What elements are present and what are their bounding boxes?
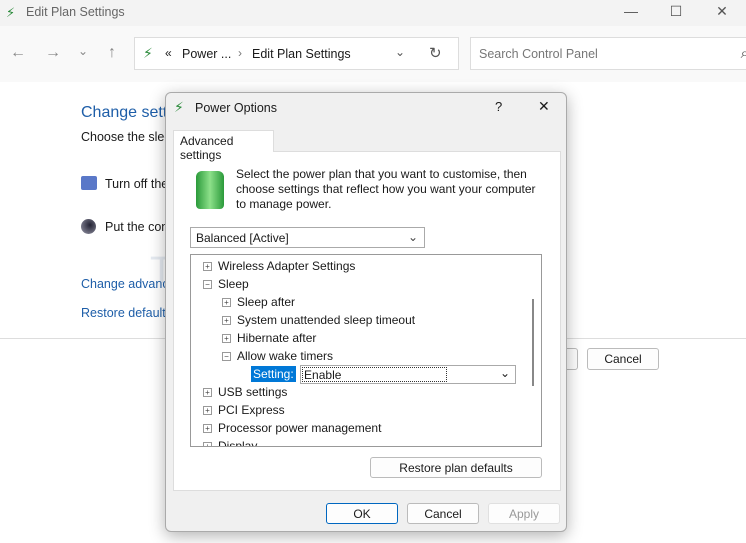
expand-icon[interactable]: + (203, 442, 212, 446)
setting-row: Setting: Enable ⌄ (251, 365, 517, 384)
tree-item-label: Processor power management (218, 421, 382, 435)
ok-button[interactable]: OK (326, 503, 398, 524)
restore-plan-defaults-button[interactable]: Restore plan defaults (370, 457, 542, 478)
dialog-close-button[interactable]: ✕ (538, 98, 550, 115)
tree-item-label: Wireless Adapter Settings (218, 259, 356, 273)
tree-item[interactable]: − Allow wake timers (222, 349, 333, 363)
tree-item-label: USB settings (218, 385, 288, 399)
tree-item-label: System unattended sleep timeout (237, 313, 416, 327)
plan-select[interactable]: Balanced [Active] ⌄ (190, 227, 425, 248)
close-button[interactable]: ✕ (712, 3, 732, 20)
forward-button[interactable]: → (43, 44, 63, 62)
sleep-icon (81, 219, 96, 234)
search-placeholder: Search Control Panel (479, 47, 598, 61)
power-icon: ⚡ (6, 5, 16, 20)
chevron-down-icon: ⌄ (499, 366, 511, 380)
expand-icon[interactable]: + (203, 406, 212, 416)
back-button[interactable]: ← (8, 44, 28, 62)
expand-icon[interactable]: + (203, 388, 212, 398)
chevron-down-icon: ⌄ (407, 230, 418, 244)
setting-select[interactable]: Enable ⌄ (300, 365, 517, 384)
tree-item-label: Sleep (218, 277, 249, 291)
refresh-button[interactable]: ↻ (429, 44, 442, 62)
power-icon: ⚡ (174, 99, 184, 115)
tree-item[interactable]: + USB settings (203, 385, 287, 399)
change-advanced-link[interactable]: Change advanc (81, 277, 169, 291)
apply-button[interactable]: Apply (488, 503, 560, 524)
display-icon (81, 176, 97, 190)
page-heading: Change setti (81, 104, 171, 121)
window-title: Edit Plan Settings (26, 5, 125, 19)
breadcrumb-overflow[interactable]: « (165, 46, 172, 60)
tree-item[interactable]: + Display (203, 439, 258, 447)
dialog-description: Select the power plan that you want to c… (236, 167, 536, 211)
tree-item[interactable]: + System unattended sleep timeout (222, 313, 415, 327)
page-cancel-button[interactable]: Cancel (587, 348, 659, 370)
turn-off-display-label: Turn off the (105, 177, 169, 191)
scrollbar-thumb[interactable] (532, 299, 534, 386)
tree-item-label: Sleep after (237, 295, 296, 309)
settings-tree[interactable]: Setting: Enable ⌄ + Wireless Adapter Sett… (190, 254, 542, 447)
setting-label: Setting: (251, 365, 296, 382)
breadcrumb-separator: › (238, 46, 242, 60)
expand-icon[interactable]: + (222, 298, 231, 308)
expand-icon[interactable]: + (222, 334, 231, 344)
expand-icon[interactable]: + (203, 262, 212, 272)
put-to-sleep-label: Put the con (105, 220, 169, 234)
tree-item[interactable]: + PCI Express (203, 403, 285, 417)
tree-item-label: PCI Express (218, 403, 285, 417)
tree-item[interactable]: + Processor power management (203, 421, 381, 435)
breadcrumb-power[interactable]: Power ... (182, 47, 231, 61)
collapse-icon[interactable]: − (203, 280, 212, 290)
power-options-dialog: ⚡ Power Options ? ✕ Advanced settings Se… (165, 92, 567, 532)
recent-locations-button[interactable]: ⌄ (73, 44, 93, 58)
search-input[interactable]: Search Control Panel ⌕ (470, 37, 746, 70)
tree-item-label: Display (218, 439, 258, 447)
minimize-button[interactable]: — (621, 3, 641, 19)
tree-item[interactable]: − Sleep (203, 277, 249, 291)
dialog-cancel-button[interactable]: Cancel (407, 503, 479, 524)
collapse-icon[interactable]: − (222, 352, 231, 362)
search-icon: ⌕ (740, 45, 746, 62)
breadcrumb-edit-plan[interactable]: Edit Plan Settings (252, 47, 351, 61)
battery-icon (196, 171, 224, 209)
setting-select-value: Enable (302, 367, 448, 382)
tab-advanced-settings[interactable]: Advanced settings (173, 130, 274, 162)
dialog-title: Power Options (195, 101, 277, 115)
help-button[interactable]: ? (495, 99, 502, 114)
address-dropdown-button[interactable]: ⌄ (395, 45, 405, 59)
expand-icon[interactable]: + (222, 316, 231, 326)
up-button[interactable]: ↑ (102, 44, 122, 62)
power-icon: ⚡ (143, 45, 153, 61)
tree-item[interactable]: + Wireless Adapter Settings (203, 259, 355, 273)
expand-icon[interactable]: + (203, 424, 212, 434)
tree-item-label: Allow wake timers (237, 349, 334, 363)
page-subtitle: Choose the slee (81, 130, 172, 144)
tree-item[interactable]: + Sleep after (222, 295, 295, 309)
restore-default-link[interactable]: Restore default s (81, 306, 176, 320)
tree-item[interactable]: + Hibernate after (222, 331, 316, 345)
maximize-button[interactable]: ☐ (666, 3, 686, 20)
address-bar[interactable]: ⚡ « Power ... › Edit Plan Settings ⌄ ↻ (134, 37, 459, 70)
tree-item-label: Hibernate after (237, 331, 317, 345)
plan-select-value: Balanced [Active] (196, 231, 289, 245)
